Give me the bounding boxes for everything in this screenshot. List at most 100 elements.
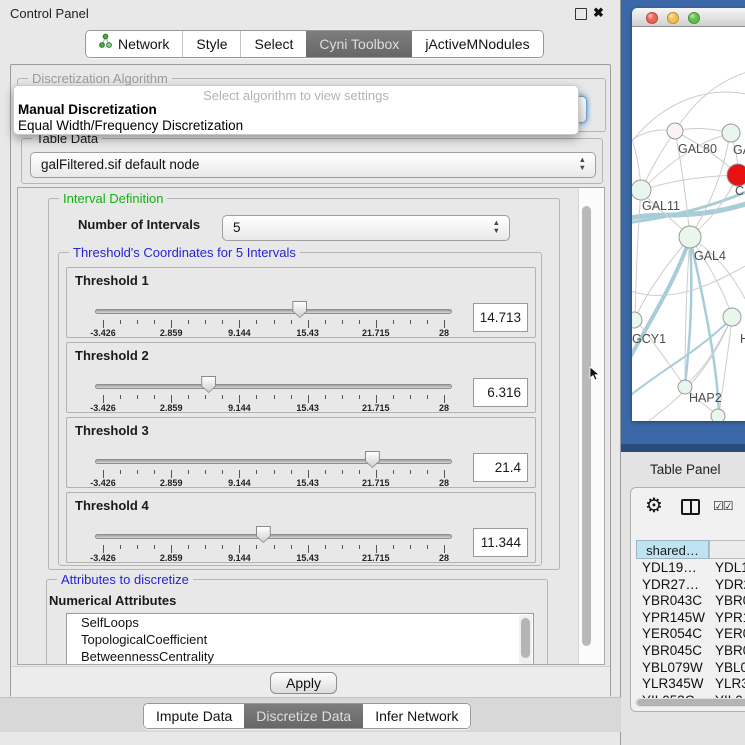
slider-tick: [256, 470, 257, 474]
slider-tick: [120, 545, 121, 549]
slider-tick-label: -3.426: [78, 478, 128, 488]
slider-tick-label: 21.715: [351, 478, 401, 488]
select-columns-icon[interactable]: ☑☑: [713, 499, 733, 513]
apply-button[interactable]: Apply: [270, 672, 337, 694]
column-header-name[interactable]: na: [709, 540, 745, 559]
tab-cyni-toolbox[interactable]: Cyni Toolbox: [306, 31, 412, 57]
gear-icon[interactable]: ⚙: [645, 493, 663, 518]
slider-tick-label: 9.144: [214, 478, 264, 488]
dropdown-option-equal-width[interactable]: Equal Width/Frequency Discretization: [18, 118, 243, 133]
table-row[interactable]: YBL079WYBL0: [636, 660, 745, 677]
slider-tick: [154, 470, 155, 474]
threshold-value-field[interactable]: 6.316: [473, 378, 528, 407]
mouse-cursor: [589, 366, 600, 387]
slider-track[interactable]: [95, 534, 452, 539]
table-row[interactable]: YLR345WYLR3: [636, 676, 745, 693]
cyni-toolbox-panel: Discretization Algorithm ▲▼ Select algor…: [10, 64, 611, 697]
stepper-arrows-icon: ▲▼: [493, 219, 500, 235]
slider-track[interactable]: [95, 384, 452, 389]
tab-label: Infer Network: [375, 705, 458, 727]
slider-tick: [444, 470, 445, 478]
close-panel-icon[interactable]: ✖: [593, 5, 604, 21]
slider-tick-label: 28: [419, 478, 469, 488]
window-titlebar[interactable]: [632, 8, 745, 27]
horizontal-scrollbar[interactable]: [635, 698, 745, 707]
network-edge[interactable]: [635, 191, 641, 319]
tab-jactivemnodules[interactable]: jActiveMNodules: [412, 31, 542, 57]
attribute-list-item[interactable]: TopologicalCoefficient: [67, 631, 533, 648]
attributes-group-title: Attributes to discretize: [57, 572, 193, 587]
tab-network[interactable]: Network: [86, 31, 182, 57]
GAL11-node[interactable]: [632, 180, 651, 200]
split-columns-icon[interactable]: [681, 499, 700, 515]
num-intervals-combobox[interactable]: 5 ▲▼: [222, 215, 510, 241]
tab-impute-data[interactable]: Impute Data: [144, 704, 244, 728]
slider-tick-label: -3.426: [78, 553, 128, 563]
H-node-label: H: [740, 332, 745, 346]
cell-name: YLR3: [715, 676, 745, 691]
numerical-attributes-list[interactable]: SelfLoopsTopologicalCoefficientBetweenne…: [66, 613, 534, 665]
table-row[interactable]: YDR27…YDR2: [636, 577, 745, 594]
slider-tick: [171, 395, 172, 403]
network-edge[interactable]: [642, 131, 675, 190]
list-scrollbar-thumb[interactable]: [521, 618, 530, 658]
column-header-shared-name[interactable]: shared…: [636, 540, 709, 559]
slider-track[interactable]: [95, 459, 452, 464]
network-graph[interactable]: GAL80GACGAL11GAL4GCY1HHAP2: [632, 27, 745, 421]
close-traffic-light[interactable]: [646, 12, 658, 24]
slider-thumb[interactable]: [201, 376, 216, 393]
tab-select[interactable]: Select: [240, 31, 306, 57]
tab-style[interactable]: Style: [182, 31, 240, 57]
slider-thumb[interactable]: [292, 301, 307, 318]
GCY1-node-label: GCY1: [632, 332, 666, 346]
table-data-combobox[interactable]: galFiltered.sif default node ▲▼: [30, 152, 596, 178]
red-node[interactable]: [727, 164, 745, 186]
attribute-list-item[interactable]: BetweennessCentrality: [67, 648, 533, 665]
slider-thumb[interactable]: [256, 526, 271, 543]
list-scrollbar[interactable]: [519, 615, 532, 665]
bottom-node[interactable]: [711, 409, 725, 421]
vertical-scrollbar-thumb[interactable]: [582, 206, 591, 646]
threshold-value-field[interactable]: 21.4: [473, 453, 528, 482]
minimize-traffic-light[interactable]: [667, 12, 679, 24]
table-row[interactable]: YER054CYER0: [636, 626, 745, 643]
slider-tick: [171, 470, 172, 478]
zoom-traffic-light[interactable]: [688, 12, 700, 24]
numerical-attributes-label: Numerical Attributes: [49, 593, 176, 608]
table-row[interactable]: YBR045CYBR0: [636, 643, 745, 660]
GAL4-node[interactable]: [679, 226, 701, 248]
slider-tick: [427, 395, 428, 399]
slider-tick: [325, 470, 326, 474]
threshold-panel-1: Threshold 1-3.4262.8599.14415.4321.71528…: [66, 267, 536, 338]
network-edge[interactable]: [635, 237, 690, 319]
GAL3-node[interactable]: [722, 124, 740, 142]
slider-thumb[interactable]: [365, 451, 380, 468]
slider-tick: [188, 320, 189, 324]
threshold-value-field[interactable]: 11.344: [473, 528, 528, 557]
cell-shared-name: YER054C: [642, 626, 702, 641]
screenshot-root: { "control_panel": { "title": "Control P…: [0, 0, 745, 745]
cyni-bottom-tabs: Impute DataDiscretize Data Infer Network: [143, 703, 471, 729]
threshold-label: Threshold 1: [75, 273, 149, 288]
attribute-list-item[interactable]: SelfLoops: [67, 614, 533, 631]
vertical-scrollbar[interactable]: [578, 188, 604, 664]
tab-infer-network[interactable]: Infer Network: [363, 704, 470, 728]
H-node[interactable]: [723, 308, 741, 326]
network-view-canvas[interactable]: GAL80GACGAL11GAL4GCY1HHAP2: [632, 27, 745, 421]
tab-discretize-data[interactable]: Discretize Data: [244, 704, 363, 728]
slider-track[interactable]: [95, 309, 452, 314]
threshold-panel-2: Threshold 2-3.4262.8599.14415.4321.71528…: [66, 342, 536, 413]
slider-tick: [274, 545, 275, 549]
table-row[interactable]: YPR145WYPR1: [636, 610, 745, 627]
dropdown-hint: Select algorithm to view settings: [14, 88, 578, 103]
threshold-value-field[interactable]: 14.713: [473, 303, 528, 332]
slider-tick: [103, 470, 104, 478]
GAL80-node[interactable]: [667, 123, 683, 139]
slider-tick: [291, 545, 292, 549]
dropdown-option-manual[interactable]: Manual Discretization: [18, 102, 157, 117]
horizontal-scrollbar-thumb[interactable]: [637, 699, 745, 706]
threshold-label: Threshold 2: [75, 348, 149, 363]
float-panel-icon[interactable]: [575, 8, 587, 20]
table-row[interactable]: YDL19…YDL1: [636, 560, 745, 577]
table-row[interactable]: YBR043CYBR0: [636, 593, 745, 610]
